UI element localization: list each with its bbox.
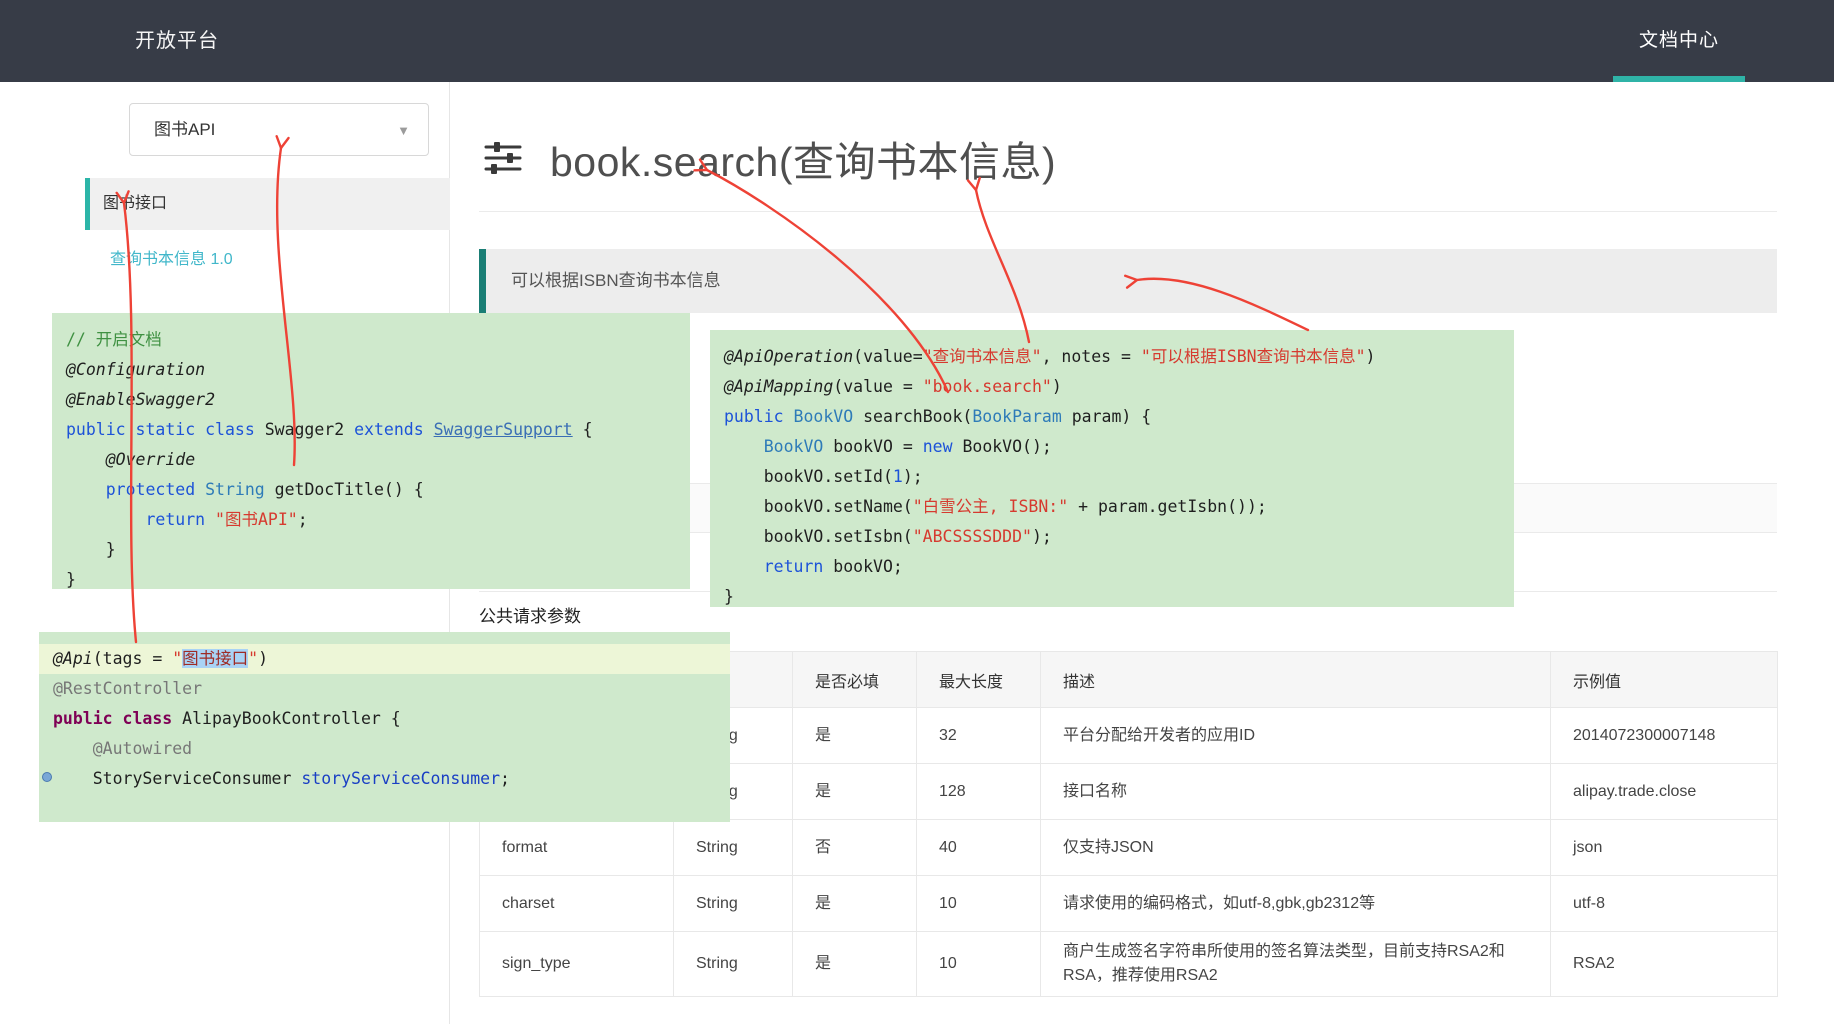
table-cell: 是	[793, 708, 917, 764]
table-header-cell: 是否必填	[793, 652, 917, 708]
code-line: }	[66, 565, 676, 595]
code-line: public static class Swagger2 extends Swa…	[66, 415, 676, 445]
code-line: }	[724, 582, 1500, 612]
doc-center-label: 文档中心	[1639, 30, 1719, 51]
nav-item-doc-center[interactable]: 文档中心	[1613, 0, 1745, 82]
section-heading: 公共请求参数	[479, 602, 581, 627]
table-cell: json	[1551, 820, 1778, 876]
top-navbar: 开放平台 文档中心	[0, 0, 1834, 82]
banner-text: 可以根据ISBN查询书本信息	[486, 249, 1777, 313]
table-cell: 2014072300007148	[1551, 708, 1778, 764]
sidebar-item-label: 图书接口	[103, 195, 167, 212]
code-line: BookVO bookVO = new BookVO();	[724, 432, 1500, 462]
table-header-cell: 最大长度	[917, 652, 1041, 708]
table-cell: 请求使用的编码格式，如utf-8,gbk,gb2312等	[1041, 876, 1551, 932]
table-cell: 128	[917, 764, 1041, 820]
gutter-marker-icon	[42, 772, 52, 782]
sliders-icon	[481, 136, 525, 180]
table-cell: format	[480, 820, 674, 876]
code-line: @Api(tags = "图书接口")	[39, 644, 730, 674]
table-cell: String	[674, 876, 793, 932]
table-row: charsetString是10请求使用的编码格式，如utf-8,gbk,gb2…	[480, 876, 1778, 932]
code-line: @ApiMapping(value = "book.search")	[724, 372, 1500, 402]
brand-title[interactable]: 开放平台	[135, 0, 219, 82]
table-cell: 32	[917, 708, 1041, 764]
table-row: sign_typeString是10商户生成签名字符串所使用的签名算法类型，目前…	[480, 932, 1778, 997]
page-title: book.search(查询书本信息)	[550, 128, 1056, 188]
code-line: bookVO.setIsbn("ABCSSSSDDD");	[724, 522, 1500, 552]
code-line: @Autowired	[53, 734, 716, 764]
active-tab-indicator	[1613, 76, 1745, 82]
code-line: return bookVO;	[724, 552, 1500, 582]
table-cell: String	[674, 820, 793, 876]
table-cell: 平台分配给开发者的应用ID	[1041, 708, 1551, 764]
sidebar-link-search-book[interactable]: 查询书本信息 1.0	[110, 245, 233, 269]
table-cell: 是	[793, 876, 917, 932]
code-snippet-controller: @Api(tags = "图书接口")@RestControllerpublic…	[39, 632, 730, 822]
table-cell: 是	[793, 932, 917, 997]
table-cell: alipay.trade.close	[1551, 764, 1778, 820]
table-cell: 是	[793, 764, 917, 820]
api-select-value: 图书API	[154, 120, 215, 139]
table-cell: sign_type	[480, 932, 674, 997]
table-cell: RSA2	[1551, 932, 1778, 997]
code-line: return "图书API";	[66, 505, 676, 535]
table-cell: 仅支持JSON	[1041, 820, 1551, 876]
code-line: public class AlipayBookController {	[53, 704, 716, 734]
code-line: StoryServiceConsumer storyServiceConsume…	[53, 764, 716, 794]
code-line: protected String getDocTitle() {	[66, 475, 676, 505]
code-line: bookVO.setId(1);	[724, 462, 1500, 492]
table-cell: 否	[793, 820, 917, 876]
code-line: @ApiOperation(value="查询书本信息", notes = "可…	[724, 342, 1500, 372]
code-line: // 开启文档	[66, 325, 676, 355]
sidebar-item-book-group[interactable]: 图书接口	[85, 178, 450, 230]
table-cell: utf-8	[1551, 876, 1778, 932]
code-line: @Override	[66, 445, 676, 475]
code-line: @Configuration	[66, 355, 676, 385]
table-cell: 接口名称	[1041, 764, 1551, 820]
table-cell: 10	[917, 932, 1041, 997]
table-header-cell: 描述	[1041, 652, 1551, 708]
table-cell: 40	[917, 820, 1041, 876]
code-line: }	[66, 535, 676, 565]
description-banner: 可以根据ISBN查询书本信息	[479, 249, 1777, 313]
code-line: @EnableSwagger2	[66, 385, 676, 415]
table-cell: 10	[917, 876, 1041, 932]
code-line: @RestController	[53, 674, 716, 704]
table-cell: 商户生成签名字符串所使用的签名算法类型，目前支持RSA2和RSA，推荐使用RSA…	[1041, 932, 1551, 997]
title-divider	[479, 211, 1777, 212]
code-snippet-api-method: @ApiOperation(value="查询书本信息", notes = "可…	[710, 330, 1514, 607]
table-header-cell: 示例值	[1551, 652, 1778, 708]
table-cell: charset	[480, 876, 674, 932]
table-row: formatString否40仅支持JSONjson	[480, 820, 1778, 876]
table-cell: String	[674, 932, 793, 997]
code-snippet-swagger-config: // 开启文档@Configuration@EnableSwagger2publ…	[52, 313, 690, 589]
chevron-down-icon: ▼	[397, 105, 410, 156]
api-select-dropdown[interactable]: 图书API ▼	[129, 103, 429, 156]
code-line: bookVO.setName("白雪公主, ISBN:" + param.get…	[724, 492, 1500, 522]
code-line: public BookVO searchBook(BookParam param…	[724, 402, 1500, 432]
